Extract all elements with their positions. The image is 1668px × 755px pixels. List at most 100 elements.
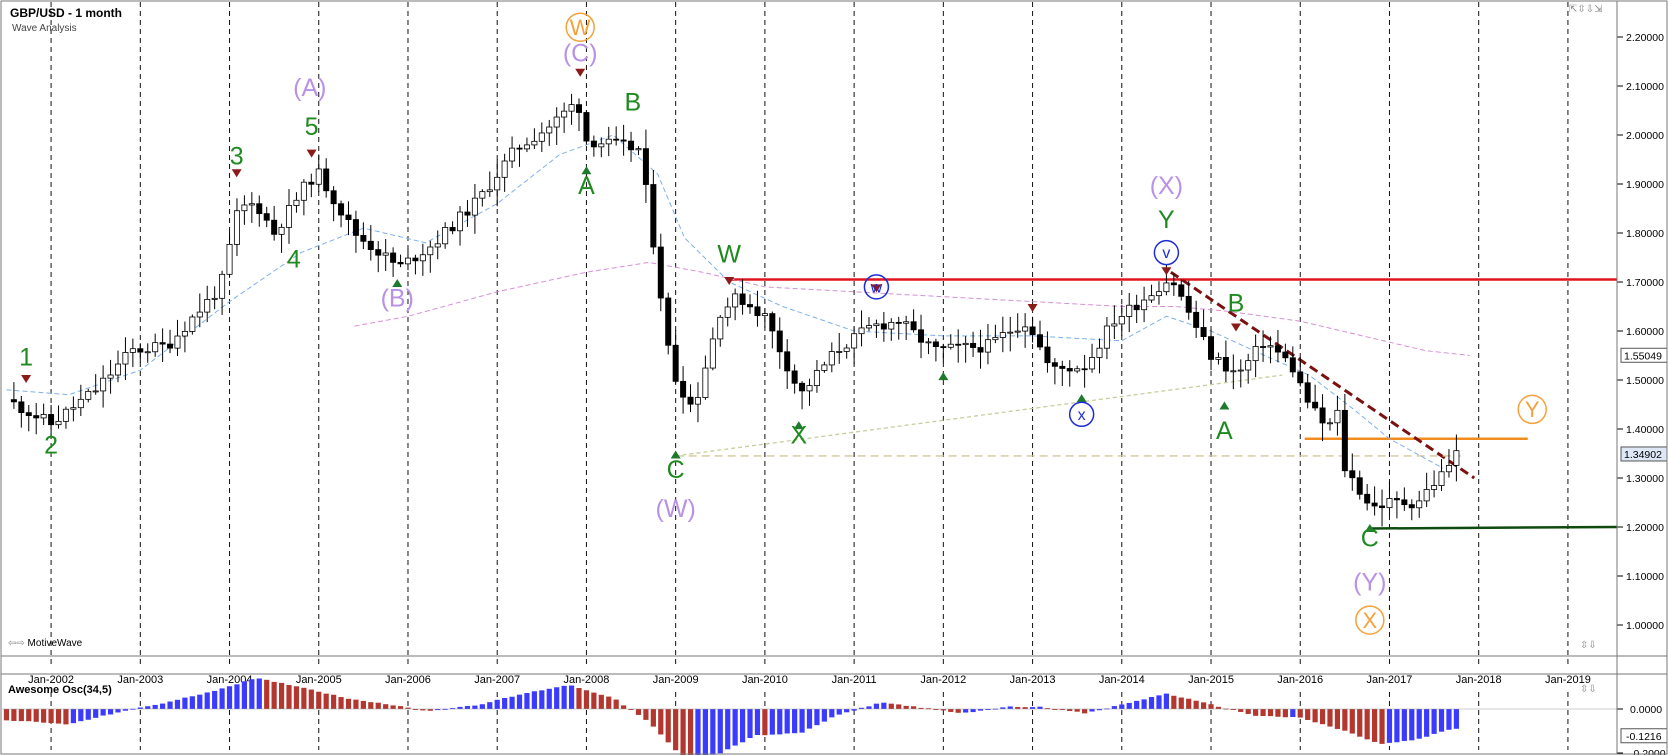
candle-body (1208, 336, 1215, 360)
candle-body (1282, 351, 1289, 359)
oscillator-bar (472, 705, 478, 709)
oscillator-bar (821, 709, 827, 722)
oscillator-bar (509, 696, 515, 709)
oscillator-bar (360, 700, 366, 709)
wave-label: B (624, 89, 641, 117)
candle-body (345, 214, 352, 220)
oscillator-bar (345, 698, 352, 709)
oscillator-bar (784, 709, 790, 734)
oscillator-bar (1186, 698, 1192, 709)
oscillator-bar (293, 686, 300, 709)
candle-body (1304, 382, 1311, 403)
price-tick-label: 1.10000 (1626, 571, 1664, 583)
oscillator-bar (1401, 709, 1407, 741)
price-tag-label: 1.55049 (1624, 350, 1662, 362)
candle-body (977, 347, 984, 353)
oscillator-bar (353, 699, 359, 709)
oscillator-bar (1267, 709, 1274, 717)
wave-label: C (1361, 525, 1379, 553)
oscillator-bar (1372, 709, 1378, 742)
oscillator-bar (85, 709, 91, 720)
candle-body (256, 203, 263, 215)
candle-body (776, 330, 783, 353)
oscillator-bar (115, 709, 121, 713)
oscillator-bar (1282, 709, 1288, 718)
candle-body (865, 325, 872, 329)
candle-body (628, 140, 635, 151)
candle-body (516, 147, 523, 150)
candle-body (806, 385, 813, 392)
price-tick-label: 1.90000 (1626, 179, 1664, 191)
oscillator-bar (1409, 709, 1415, 741)
oscillator-bar (516, 694, 523, 709)
candle-body (18, 401, 25, 414)
candle-body (189, 316, 196, 332)
candle-body (665, 297, 672, 346)
candle-body (1051, 362, 1058, 367)
candle-body (100, 377, 107, 392)
oscillator-bar (167, 701, 173, 709)
wave-label: X (790, 422, 807, 450)
candle-body (940, 346, 947, 349)
oscillator-bar (160, 703, 166, 709)
oscillator-bar (63, 709, 69, 725)
motivewave-watermark: ⇦⇨ MotiveWave (8, 638, 82, 649)
candle-body (40, 414, 47, 419)
candle-body (754, 306, 761, 317)
candle-body (1215, 356, 1222, 360)
candle-body (1371, 502, 1378, 507)
candle-body (999, 332, 1006, 338)
oscillator-bar (777, 709, 783, 735)
candle-body (271, 219, 278, 235)
wave-label: C (667, 456, 685, 484)
candle-body (717, 316, 724, 340)
oscillator-bar (769, 709, 775, 735)
candle-body (553, 116, 560, 128)
oscillator-bar (1178, 697, 1184, 709)
candle-body (828, 351, 835, 366)
oscillator-bar (1386, 709, 1393, 743)
oscillator-bar (554, 687, 560, 709)
oscillator-bar (1416, 709, 1422, 739)
candle-body (635, 148, 642, 151)
candle-body (233, 210, 240, 245)
candle-body (181, 331, 188, 337)
candle-body (70, 407, 77, 410)
oscillator-bar (1453, 709, 1459, 729)
candle-body (1126, 304, 1133, 317)
candle-body (360, 235, 367, 242)
candle-body (1096, 347, 1103, 358)
oscillator-bar (249, 679, 255, 709)
oscillator-bar (866, 706, 872, 709)
candle-body (605, 138, 612, 145)
price-tick-label: 1.20000 (1626, 522, 1664, 534)
candle-body (390, 252, 397, 263)
candle-body (650, 184, 657, 248)
candle-body (1111, 323, 1118, 327)
oscillator-bar (1431, 709, 1437, 734)
oscillator-bar (152, 704, 158, 709)
wave-label: (Y) (1353, 569, 1386, 597)
date-tick-label: Jan-2007 (474, 674, 520, 686)
candle-body (25, 412, 32, 416)
panel-controls-bottom[interactable]: ⇳⇩ (1580, 640, 1597, 651)
oscillator-bar (754, 709, 761, 735)
price-tick-label: 2.00000 (1626, 130, 1664, 142)
oscillator-bar (658, 709, 664, 735)
oscillator-bar (910, 706, 917, 709)
candle-body (1445, 464, 1452, 473)
oscillator-bar (41, 709, 47, 723)
candle-body (1408, 504, 1415, 509)
oscillator-bar (1037, 706, 1043, 709)
candle-body (107, 374, 114, 379)
oscillator-bar (1319, 709, 1326, 725)
oscillator-bar (732, 709, 738, 746)
osc-panel-controls[interactable]: ⇳⇩ (1580, 684, 1597, 695)
candle-body (598, 143, 605, 148)
oscillator-bar (383, 704, 389, 709)
candle-body (137, 348, 144, 353)
candle-body (851, 333, 858, 349)
candle-body (1170, 282, 1177, 286)
panel-controls-top[interactable]: ⇱⇳⇩⇲ (1569, 4, 1603, 15)
oscillator-bar (747, 709, 753, 739)
